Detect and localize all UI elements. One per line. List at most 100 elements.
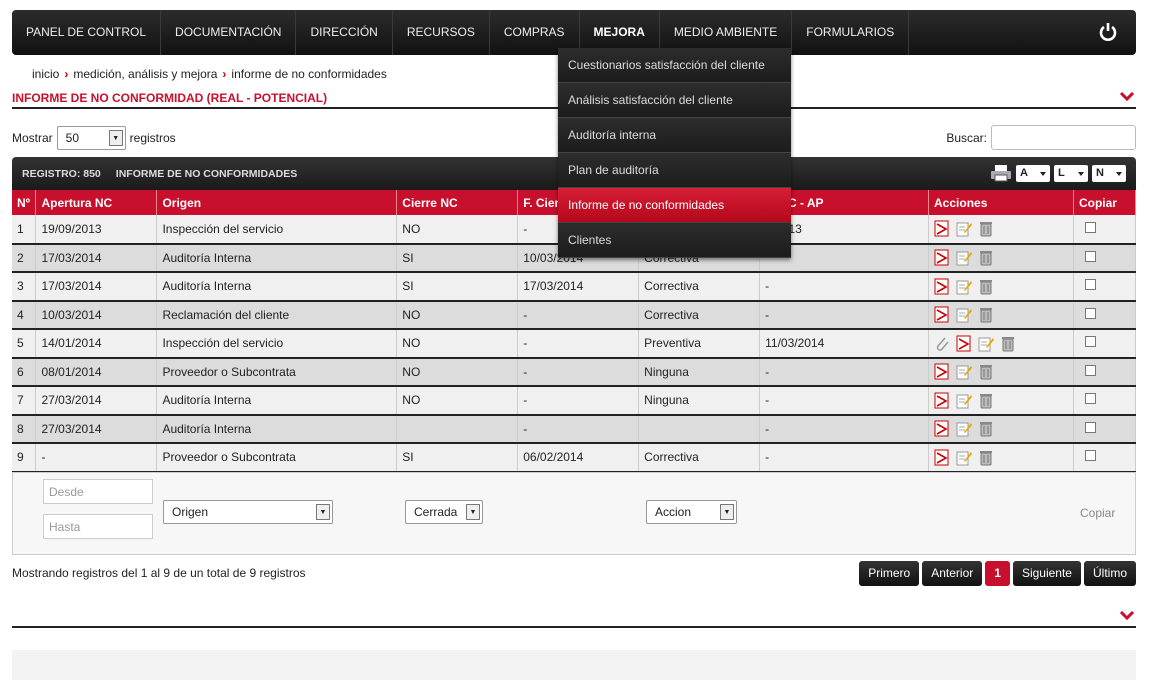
- origen-select[interactable]: Origen ▼: [163, 500, 333, 524]
- copy-checkbox[interactable]: [1084, 336, 1096, 348]
- edit-icon[interactable]: [956, 392, 973, 409]
- copy-checkbox[interactable]: [1084, 421, 1096, 433]
- trash-icon[interactable]: [978, 306, 994, 323]
- select-n[interactable]: N: [1092, 164, 1126, 182]
- edit-icon[interactable]: [956, 449, 973, 466]
- column-header[interactable]: Cierre NC: [396, 190, 519, 215]
- hasta-input[interactable]: Hasta: [43, 514, 153, 539]
- desde-input[interactable]: Desde: [43, 479, 153, 504]
- pdf-icon[interactable]: [934, 392, 950, 409]
- column-header[interactable]: Origen: [156, 190, 398, 215]
- accion-select[interactable]: Accion ▼: [646, 500, 737, 524]
- select-l[interactable]: L: [1054, 164, 1088, 182]
- pdf-icon[interactable]: [934, 363, 950, 380]
- nav-item-panel-de-control[interactable]: PANEL DE CONTROL: [12, 10, 162, 55]
- actions-cell: [928, 215, 1074, 245]
- actions-cell: [928, 272, 1074, 302]
- breadcrumb-home[interactable]: inicio: [32, 67, 59, 81]
- record-count: REGISTRO: 850: [22, 167, 101, 180]
- table-cell: Correctiva: [638, 300, 761, 330]
- records-per-page-select[interactable]: 50 ▼: [56, 126, 126, 150]
- table-row[interactable]: 6 08/01/2014 Proveedor o Subcontrata NO - Nin…: [12, 357, 1137, 387]
- trash-icon[interactable]: [978, 220, 994, 237]
- edit-icon[interactable]: [956, 363, 973, 380]
- edit-icon[interactable]: [956, 249, 973, 266]
- table-row[interactable]: 8 27/03/2014 Auditoría Interna - -: [12, 414, 1137, 444]
- trash-icon[interactable]: [978, 392, 994, 409]
- breadcrumb-section[interactable]: medición, análisis y mejora: [73, 67, 217, 81]
- table-cell: -: [35, 443, 158, 473]
- dropdown-item[interactable]: Clientes: [558, 223, 791, 258]
- search-input[interactable]: [991, 125, 1136, 150]
- mejora-dropdown-menu: Cuestionarios satisfacción del cliente An…: [558, 48, 791, 258]
- column-header[interactable]: Apertura NC: [35, 190, 158, 215]
- nav-item-recursos[interactable]: RECURSOS: [393, 10, 490, 55]
- chevron-down-icon[interactable]: [1120, 92, 1134, 102]
- printer-icon[interactable]: [990, 164, 1012, 182]
- edit-icon[interactable]: [956, 220, 973, 237]
- table-row[interactable]: 3 17/03/2014 Auditoría Interna SI 17/03/2014…: [12, 272, 1137, 302]
- attach-icon[interactable]: [934, 335, 950, 352]
- dropdown-item[interactable]: Plan de auditoría: [558, 153, 791, 188]
- chevron-down-icon[interactable]: [1120, 611, 1134, 621]
- pdf-icon[interactable]: [934, 220, 950, 237]
- pdf-icon[interactable]: [934, 449, 950, 466]
- dropdown-item[interactable]: Cuestionarios satisfacción del cliente: [558, 48, 791, 83]
- page-1-button[interactable]: 1: [985, 561, 1010, 586]
- power-icon[interactable]: [1098, 22, 1118, 42]
- edit-icon[interactable]: [956, 420, 973, 437]
- copy-checkbox[interactable]: [1084, 221, 1096, 233]
- first-page-button[interactable]: Primero: [859, 561, 920, 586]
- column-header[interactable]: Nº: [12, 190, 37, 215]
- table-row[interactable]: 4 10/03/2014 Reclamación del cliente NO - Cor…: [12, 300, 1137, 330]
- copiar-filter-label: Copiar: [1080, 506, 1116, 520]
- trash-icon[interactable]: [978, 249, 994, 266]
- trash-icon[interactable]: [1000, 335, 1016, 352]
- column-header[interactable]: Copiar: [1073, 190, 1137, 215]
- dropdown-item[interactable]: Auditoría interna: [558, 118, 791, 153]
- copy-cell: [1073, 329, 1137, 359]
- table-cell: 2: [12, 243, 37, 273]
- next-page-button[interactable]: Siguiente: [1012, 561, 1081, 586]
- table-row[interactable]: 9- Proveedor o Subcontrata SI 06/02/2014 Cor…: [12, 443, 1137, 473]
- copy-checkbox[interactable]: [1084, 279, 1096, 291]
- actions-cell: [928, 243, 1074, 273]
- edit-icon[interactable]: [978, 335, 995, 352]
- trash-icon[interactable]: [978, 420, 994, 437]
- pdf-icon[interactable]: [934, 420, 950, 437]
- pdf-icon[interactable]: [934, 278, 950, 295]
- breadcrumb-current: informe de no conformidades: [231, 67, 387, 81]
- nav-item-documentación[interactable]: DOCUMENTACIÓN: [161, 10, 297, 55]
- dropdown-item[interactable]: Informe de no conformidades: [558, 188, 791, 223]
- copy-checkbox[interactable]: [1084, 450, 1096, 462]
- table-cell: -: [759, 414, 930, 444]
- trash-icon[interactable]: [978, 363, 994, 380]
- table-row[interactable]: 7 27/03/2014 Auditoría Interna NO - Ninguna -: [12, 386, 1137, 416]
- last-page-button[interactable]: Último: [1083, 561, 1136, 586]
- cerrada-select[interactable]: Cerrada ▼: [405, 500, 483, 524]
- prev-page-button[interactable]: Anterior: [922, 561, 983, 586]
- chevron-down-icon: ▼: [316, 504, 330, 520]
- select-a[interactable]: A: [1016, 164, 1050, 182]
- nav-item-dirección[interactable]: DIRECCIÓN: [296, 10, 393, 55]
- copy-checkbox[interactable]: [1084, 250, 1096, 262]
- table-cell: Proveedor o Subcontrata: [156, 443, 398, 473]
- trash-icon[interactable]: [978, 449, 994, 466]
- pdf-icon[interactable]: [934, 306, 950, 323]
- table-row[interactable]: 5 14/01/2014 Inspección del servicio NO - Pre…: [12, 329, 1137, 359]
- dropdown-item[interactable]: Análisis satisfacción del cliente: [558, 83, 791, 118]
- pdf-icon[interactable]: [956, 335, 972, 352]
- copy-checkbox[interactable]: [1084, 307, 1096, 319]
- pdf-icon[interactable]: [934, 249, 950, 266]
- table-cell: 9: [12, 443, 37, 473]
- nav-item-formularios[interactable]: FORMULARIOS: [792, 10, 910, 55]
- column-header[interactable]: Acciones: [928, 190, 1074, 215]
- trash-icon[interactable]: [978, 278, 994, 295]
- copy-checkbox[interactable]: [1084, 393, 1096, 405]
- table-cell: -: [759, 443, 930, 473]
- copy-checkbox[interactable]: [1084, 364, 1096, 376]
- edit-icon[interactable]: [956, 306, 973, 323]
- select-l-value: L: [1058, 167, 1065, 179]
- edit-icon[interactable]: [956, 278, 973, 295]
- search-label: Buscar:: [946, 130, 987, 145]
